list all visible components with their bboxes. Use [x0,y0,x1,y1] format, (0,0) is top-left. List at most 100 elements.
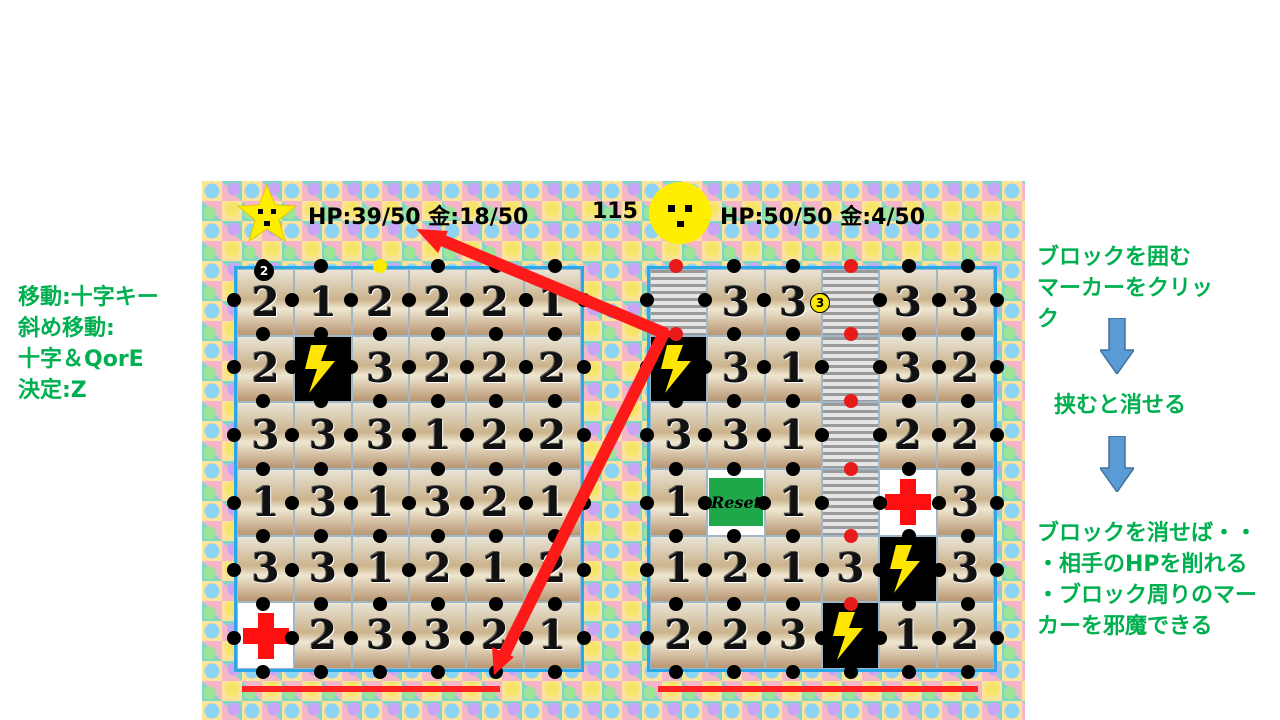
edge-marker[interactable] [547,461,562,476]
edge-marker[interactable] [518,360,533,375]
lightning-block[interactable] [821,602,880,669]
edge-marker[interactable] [640,630,654,645]
edge-marker[interactable] [547,394,562,409]
edge-marker[interactable] [489,664,504,679]
edge-marker[interactable] [576,495,591,510]
edge-marker[interactable] [844,664,859,679]
edge-marker[interactable] [576,292,591,307]
reset-button[interactable]: Reset [708,478,763,527]
edge-marker[interactable] [547,664,562,679]
edge-marker[interactable] [372,597,387,611]
cleared-block[interactable] [821,402,880,469]
edge-marker[interactable] [372,259,387,273]
edge-marker[interactable] [698,630,713,645]
number-block[interactable]: 1 [764,402,822,469]
edge-marker[interactable] [372,664,387,679]
edge-marker[interactable] [227,630,241,645]
edge-marker[interactable] [756,563,771,578]
edge-marker[interactable] [931,428,946,442]
number-block[interactable]: 1 [408,402,467,469]
edge-marker[interactable] [989,292,1004,307]
edge-marker[interactable] [931,360,946,375]
edge-marker[interactable] [343,428,358,442]
edge-marker[interactable] [960,529,975,544]
number-block[interactable]: 1 [879,602,937,669]
edge-marker[interactable] [960,461,975,476]
edge-marker[interactable] [401,428,416,442]
edge-marker[interactable] [576,630,591,645]
edge-marker[interactable] [431,664,446,679]
lightning-block[interactable] [294,335,352,403]
edge-marker[interactable] [256,326,271,341]
edge-marker[interactable] [902,326,917,341]
edge-marker[interactable] [314,326,329,341]
number-block[interactable]: 2 [294,602,352,669]
edge-marker[interactable] [844,326,859,341]
edge-marker[interactable] [960,394,975,409]
number-block[interactable]: 2 [707,602,765,669]
cleared-block[interactable] [821,269,880,336]
number-block[interactable]: 1 [764,335,822,403]
edge-marker[interactable] [285,495,300,510]
edge-marker[interactable] [756,360,771,375]
edge-marker[interactable] [844,597,859,611]
edge-marker[interactable] [931,630,946,645]
edge-marker[interactable] [785,664,800,679]
edge-marker[interactable] [785,597,800,611]
number-block[interactable]: 3 [351,602,409,669]
edge-marker[interactable] [547,597,562,611]
edge-marker[interactable] [518,428,533,442]
number-block[interactable]: 3 [821,535,880,603]
edge-marker[interactable] [785,461,800,476]
edge-marker[interactable] [372,461,387,476]
edge-marker[interactable] [785,326,800,341]
edge-marker[interactable] [401,630,416,645]
edge-marker[interactable] [256,664,271,679]
edge-marker[interactable] [576,563,591,578]
edge-marker[interactable] [372,326,387,341]
edge-marker[interactable] [669,664,684,679]
number-block[interactable]: 1 [351,535,409,603]
number-block[interactable]: 3 [351,335,409,403]
edge-marker[interactable] [756,428,771,442]
edge-marker[interactable] [547,259,562,273]
edge-marker[interactable] [489,326,504,341]
edge-marker[interactable] [372,394,387,409]
edge-marker[interactable] [547,529,562,544]
cleared-block[interactable] [821,468,880,536]
edge-marker[interactable] [698,495,713,510]
edge-marker[interactable] [960,597,975,611]
edge-marker[interactable] [989,630,1004,645]
edge-marker[interactable] [902,664,917,679]
edge-marker[interactable] [343,292,358,307]
edge-marker[interactable] [989,563,1004,578]
edge-marker[interactable] [576,360,591,375]
edge-marker[interactable] [431,259,446,273]
number-block[interactable]: 1 [764,535,822,603]
edge-marker[interactable] [227,292,241,307]
edge-marker[interactable] [844,259,859,273]
edge-marker[interactable] [785,394,800,409]
edge-marker[interactable] [989,428,1004,442]
edge-marker[interactable] [931,495,946,510]
edge-marker[interactable] [931,563,946,578]
edge-marker[interactable] [431,326,446,341]
edge-marker[interactable] [256,461,271,476]
lightning-block[interactable] [879,535,937,603]
edge-marker[interactable] [518,495,533,510]
edge-marker[interactable] [518,630,533,645]
edge-marker[interactable] [960,259,975,273]
edge-marker[interactable] [873,292,888,307]
number-block[interactable]: 3 [707,269,765,336]
edge-marker[interactable] [727,326,742,341]
edge-marker[interactable] [640,292,654,307]
edge-marker[interactable] [669,326,684,341]
edge-marker[interactable] [640,428,654,442]
edge-marker[interactable] [227,428,241,442]
edge-marker[interactable] [989,495,1004,510]
edge-marker[interactable] [460,292,475,307]
number-block[interactable]: 2 [351,269,409,336]
number-block[interactable]: 3 [764,602,822,669]
number-block[interactable]: 1 [294,269,352,336]
number-block[interactable]: 3 [879,335,937,403]
